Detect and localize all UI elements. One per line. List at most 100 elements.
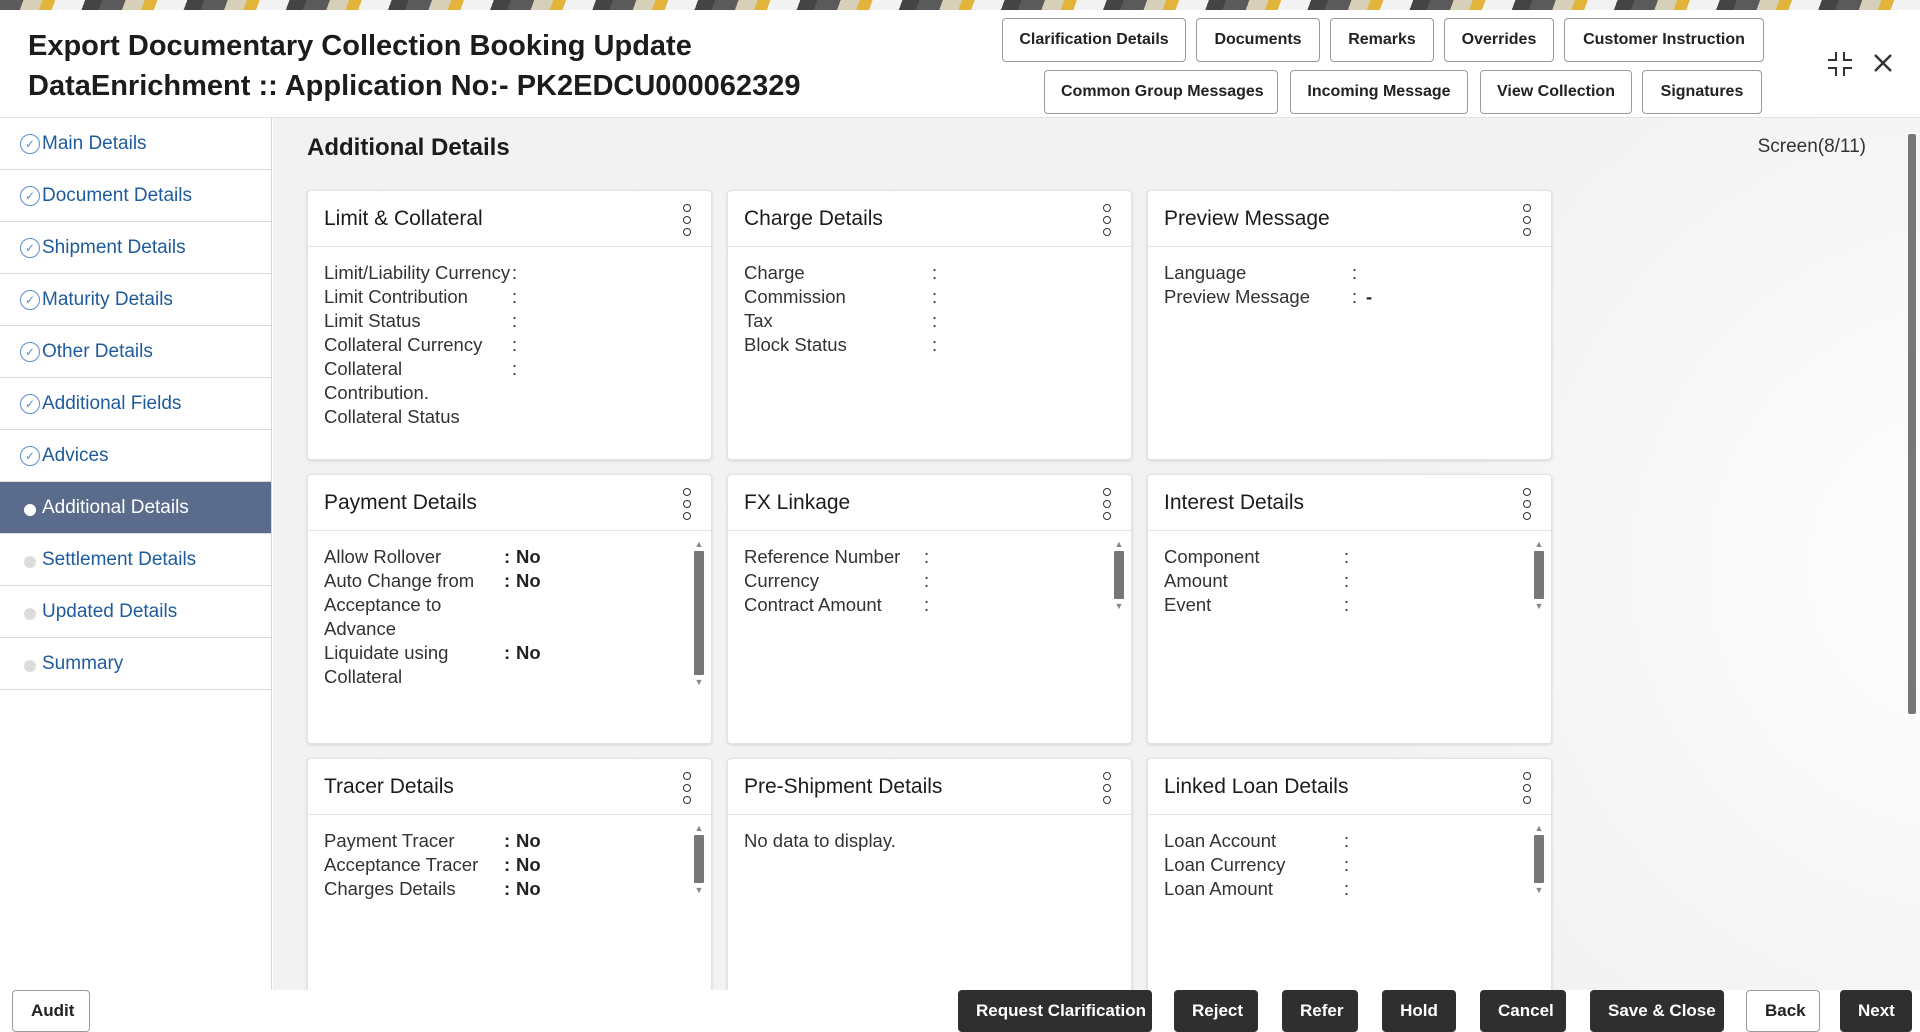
sidebar-item-additional-details[interactable]: Additional Details <box>0 482 271 534</box>
more-options-icon[interactable] <box>1103 772 1113 804</box>
more-options-icon[interactable] <box>1523 204 1533 236</box>
field-label: Payment Tracer <box>324 830 455 851</box>
main-content: Additional Details Screen(8/11) Limit & … <box>273 118 1920 990</box>
field-label: Loan Account <box>1164 830 1277 851</box>
pending-step-dot-icon <box>24 660 36 672</box>
scroll-down-arrow-icon[interactable]: ▼ <box>1533 885 1545 895</box>
close-icon[interactable] <box>1870 50 1896 76</box>
cancel-button[interactable]: Cancel <box>1480 990 1566 1032</box>
request-clarification-button[interactable]: Request Clarification <box>958 990 1152 1032</box>
card-scrollbar[interactable]: ▲ ▼ <box>1533 823 1545 895</box>
more-options-icon[interactable] <box>1103 204 1113 236</box>
field-label: Language <box>1164 262 1247 283</box>
field-label: Event <box>1164 594 1212 615</box>
sidebar-item-advices[interactable]: ✓ Advices <box>0 430 271 482</box>
sidebar-item-additional-fields[interactable]: ✓ Additional Fields <box>0 378 271 430</box>
more-options-icon[interactable] <box>1523 772 1533 804</box>
scroll-up-arrow-icon[interactable]: ▲ <box>693 823 705 833</box>
scroll-down-arrow-icon[interactable]: ▼ <box>693 885 705 895</box>
field-label: Limit Contribution <box>324 286 468 307</box>
more-options-icon[interactable] <box>1103 488 1113 520</box>
field-label: Preview Message <box>1164 286 1311 307</box>
screen-indicator: Screen(8/11) <box>1757 136 1866 157</box>
card-title: Pre-Shipment Details <box>744 775 943 798</box>
scroll-down-arrow-icon[interactable]: ▼ <box>693 677 705 687</box>
scroll-down-arrow-icon[interactable]: ▼ <box>1533 601 1545 611</box>
tracer-details-card: Tracer Details Payment Tracer: No Accepta… <box>307 758 712 990</box>
field-label: Charge <box>744 262 805 283</box>
common-group-messages-button[interactable]: Common Group Messages <box>1044 70 1278 114</box>
sidebar-item-updated-details[interactable]: Updated Details <box>0 586 271 638</box>
sidebar-item-other-details[interactable]: ✓ Other Details <box>0 326 271 378</box>
field-value: No <box>516 878 541 899</box>
sidebar-item-summary[interactable]: Summary <box>0 638 271 690</box>
hold-button[interactable]: Hold <box>1382 990 1456 1032</box>
check-circle-icon: ✓ <box>20 238 40 258</box>
limit-collateral-card: Limit & Collateral Limit/Liability Curre… <box>307 190 712 460</box>
back-button[interactable]: Back <box>1746 990 1820 1032</box>
next-button[interactable]: Next <box>1840 990 1912 1032</box>
scroll-down-arrow-icon[interactable]: ▼ <box>1113 601 1125 611</box>
top-decorative-strip <box>0 0 1920 10</box>
card-title: Linked Loan Details <box>1164 775 1349 798</box>
card-title: Tracer Details <box>324 775 454 798</box>
sidebar-item-maturity-details[interactable]: ✓ Maturity Details <box>0 274 271 326</box>
field-label: Loan Currency <box>1164 854 1286 875</box>
payment-details-card: Payment Details Allow Rollover: No Auto C… <box>307 474 712 744</box>
pre-shipment-details-card: Pre-Shipment Details No data to display. <box>727 758 1132 990</box>
footer-action-bar: Audit Request Clarification Reject Refer… <box>0 990 1920 1032</box>
field-label: Amount <box>1164 570 1228 591</box>
card-title: FX Linkage <box>744 491 851 514</box>
more-options-icon[interactable] <box>1523 488 1533 520</box>
save-and-close-button[interactable]: Save & Close <box>1590 990 1724 1032</box>
scroll-up-arrow-icon[interactable]: ▲ <box>693 539 705 549</box>
sidebar-item-document-details[interactable]: ✓ Document Details <box>0 170 271 222</box>
current-step-dot-icon <box>24 504 36 516</box>
check-circle-icon: ✓ <box>20 290 40 310</box>
card-scrollbar[interactable]: ▲ ▼ <box>693 823 705 895</box>
more-options-icon[interactable] <box>683 488 693 520</box>
documents-button[interactable]: Documents <box>1196 18 1320 62</box>
scroll-up-arrow-icon[interactable]: ▲ <box>1533 823 1545 833</box>
view-collection-button[interactable]: View Collection <box>1480 70 1632 114</box>
card-title: Interest Details <box>1164 491 1305 514</box>
sidebar-item-shipment-details[interactable]: ✓ Shipment Details <box>0 222 271 274</box>
field-value: - <box>1366 286 1373 307</box>
page-scrollbar-thumb[interactable] <box>1908 134 1916 714</box>
signatures-button[interactable]: Signatures <box>1642 70 1762 114</box>
refer-button[interactable]: Refer <box>1282 990 1358 1032</box>
application-subtitle: DataEnrichment :: Application No:- PK2ED… <box>28 70 801 102</box>
field-label: Currency <box>744 570 820 591</box>
overrides-button[interactable]: Overrides <box>1444 18 1554 62</box>
field-label: Allow Rollover <box>324 546 442 567</box>
check-circle-icon: ✓ <box>20 446 40 466</box>
fx-linkage-card: FX Linkage Reference Number: Currency: C… <box>727 474 1132 744</box>
linked-loan-details-card: Linked Loan Details Loan Account: Loan C… <box>1147 758 1552 990</box>
field-label: Limit/Liability Currency <box>324 262 511 283</box>
scroll-up-arrow-icon[interactable]: ▲ <box>1113 539 1125 549</box>
remarks-button[interactable]: Remarks <box>1330 18 1434 62</box>
reject-button[interactable]: Reject <box>1174 990 1258 1032</box>
field-label: Acceptance Tracer <box>324 854 479 875</box>
more-options-icon[interactable] <box>683 204 693 236</box>
audit-button[interactable]: Audit <box>12 990 90 1032</box>
card-title: Preview Message <box>1164 207 1330 230</box>
sidebar-item-settlement-details[interactable]: Settlement Details <box>0 534 271 586</box>
card-scrollbar[interactable]: ▲ ▼ <box>1533 539 1545 611</box>
field-label: Collateral Currency <box>324 334 483 355</box>
card-scrollbar[interactable]: ▲ ▼ <box>693 539 705 687</box>
more-options-icon[interactable] <box>683 772 693 804</box>
incoming-message-button[interactable]: Incoming Message <box>1290 70 1468 114</box>
check-circle-icon: ✓ <box>20 342 40 362</box>
clarification-details-button[interactable]: Clarification Details <box>1002 18 1186 62</box>
pending-step-dot-icon <box>24 556 36 568</box>
card-scrollbar[interactable]: ▲ ▼ <box>1113 539 1125 611</box>
page-scrollbar[interactable] <box>1906 124 1918 984</box>
customer-instruction-button[interactable]: Customer Instruction <box>1564 18 1764 62</box>
collapse-icon[interactable] <box>1826 50 1854 78</box>
pending-step-dot-icon <box>24 608 36 620</box>
check-circle-icon: ✓ <box>20 134 40 154</box>
field-value: No <box>516 546 541 567</box>
sidebar-item-main-details[interactable]: ✓ Main Details <box>0 118 271 170</box>
scroll-up-arrow-icon[interactable]: ▲ <box>1533 539 1545 549</box>
